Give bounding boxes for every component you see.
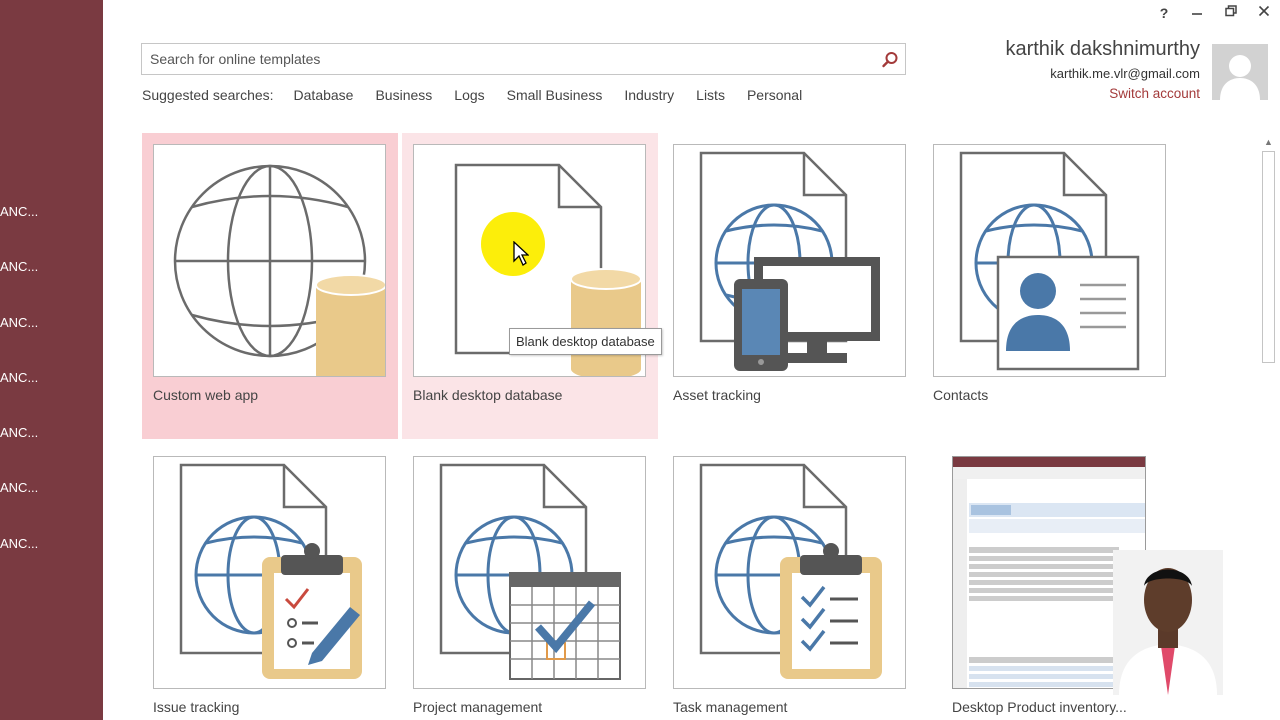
suggested-searches-label: Suggested searches:	[142, 87, 274, 103]
recent-file-item[interactable]: ANC...	[0, 366, 103, 390]
scroll-up-arrow-icon[interactable]: ▲	[1262, 136, 1275, 148]
template-tile-label: Contacts	[933, 387, 989, 403]
template-tile-task-management[interactable]: Task management	[662, 445, 918, 720]
template-thumbnail	[673, 456, 906, 689]
contact-card-icon	[959, 151, 1140, 371]
template-thumbnail	[153, 456, 386, 689]
presenter-webcam	[1113, 550, 1223, 695]
vertical-scrollbar[interactable]: ▲	[1259, 133, 1278, 720]
template-tile-label: Asset tracking	[673, 387, 761, 403]
recent-file-item[interactable]: ANC...	[0, 532, 103, 556]
suggested-link-business[interactable]: Business	[375, 87, 432, 107]
backstage-sidebar: ANC... ANC... ANC... ANC... ANC... ANC..…	[0, 0, 103, 720]
recent-file-item[interactable]: ANC...	[0, 476, 103, 500]
mouse-pointer-icon	[513, 241, 529, 266]
task-clipboard-icon	[699, 463, 882, 679]
template-thumbnail	[413, 456, 646, 689]
recent-file-item[interactable]: ANC...	[0, 200, 103, 224]
template-thumbnail	[673, 144, 906, 377]
template-tile-label: Custom web app	[153, 387, 259, 403]
suggested-link-industry[interactable]: Industry	[624, 87, 674, 107]
template-tile-label: Task management	[673, 699, 788, 715]
account-email: karthik.me.vlr@gmail.com	[1050, 66, 1200, 81]
suggested-link-logs[interactable]: Logs	[454, 87, 484, 107]
template-tile-custom-web-app[interactable]: Custom web app	[142, 133, 398, 439]
search-icon	[882, 52, 898, 68]
suggested-link-database[interactable]: Database	[294, 87, 354, 107]
scroll-thumb[interactable]	[1262, 151, 1275, 363]
search-button[interactable]	[879, 49, 901, 71]
template-thumbnail	[933, 144, 1166, 377]
access-backstage-new: ANC... ANC... ANC... ANC... ANC... ANC..…	[0, 0, 1280, 720]
account-name: karthik dakshnimurthy	[1005, 38, 1200, 60]
template-search	[141, 43, 906, 75]
issue-clipboard-icon	[179, 463, 362, 679]
recent-file-item[interactable]: ANC...	[0, 255, 103, 279]
presenter-photo	[1113, 550, 1223, 695]
avatar[interactable]	[1212, 44, 1268, 100]
asset-devices-icon	[699, 151, 880, 371]
search-input[interactable]	[142, 44, 872, 74]
switch-account-link[interactable]: Switch account	[1109, 86, 1200, 101]
close-icon	[1258, 5, 1270, 17]
user-silhouette-icon	[1212, 44, 1268, 100]
calendar-check-icon	[439, 463, 621, 680]
template-tile-project-management[interactable]: Project management	[402, 445, 658, 720]
template-tile-issue-tracking[interactable]: Issue tracking	[142, 445, 398, 720]
restore-button[interactable]	[1218, 2, 1244, 24]
template-tile-label: Blank desktop database	[413, 387, 563, 403]
template-tile-label: Project management	[413, 699, 543, 715]
template-tile-label: Issue tracking	[153, 699, 240, 715]
tooltip: Blank desktop database	[509, 328, 662, 355]
globe-database-icon	[173, 164, 385, 376]
restore-icon	[1225, 5, 1237, 17]
recent-file-item[interactable]: ANC...	[0, 421, 103, 445]
template-tile-contacts[interactable]: Contacts	[922, 133, 1178, 439]
close-button[interactable]	[1251, 2, 1277, 24]
template-tile-blank-desktop-database[interactable]: Blank desktop database	[402, 133, 658, 439]
suggested-link-personal[interactable]: Personal	[747, 87, 802, 107]
suggested-searches: Suggested searches: Database Business Lo…	[142, 87, 824, 107]
minimize-icon	[1192, 13, 1202, 15]
help-button[interactable]: ?	[1151, 2, 1177, 24]
recent-file-item[interactable]: ANC...	[0, 311, 103, 335]
template-tile-label: Desktop Product inventory...	[952, 699, 1127, 715]
template-tile-asset-tracking[interactable]: Asset tracking	[662, 133, 918, 439]
suggested-link-lists[interactable]: Lists	[696, 87, 725, 107]
minimize-button[interactable]	[1184, 2, 1210, 24]
suggested-link-small-business[interactable]: Small Business	[507, 87, 603, 107]
template-thumbnail	[153, 144, 386, 377]
